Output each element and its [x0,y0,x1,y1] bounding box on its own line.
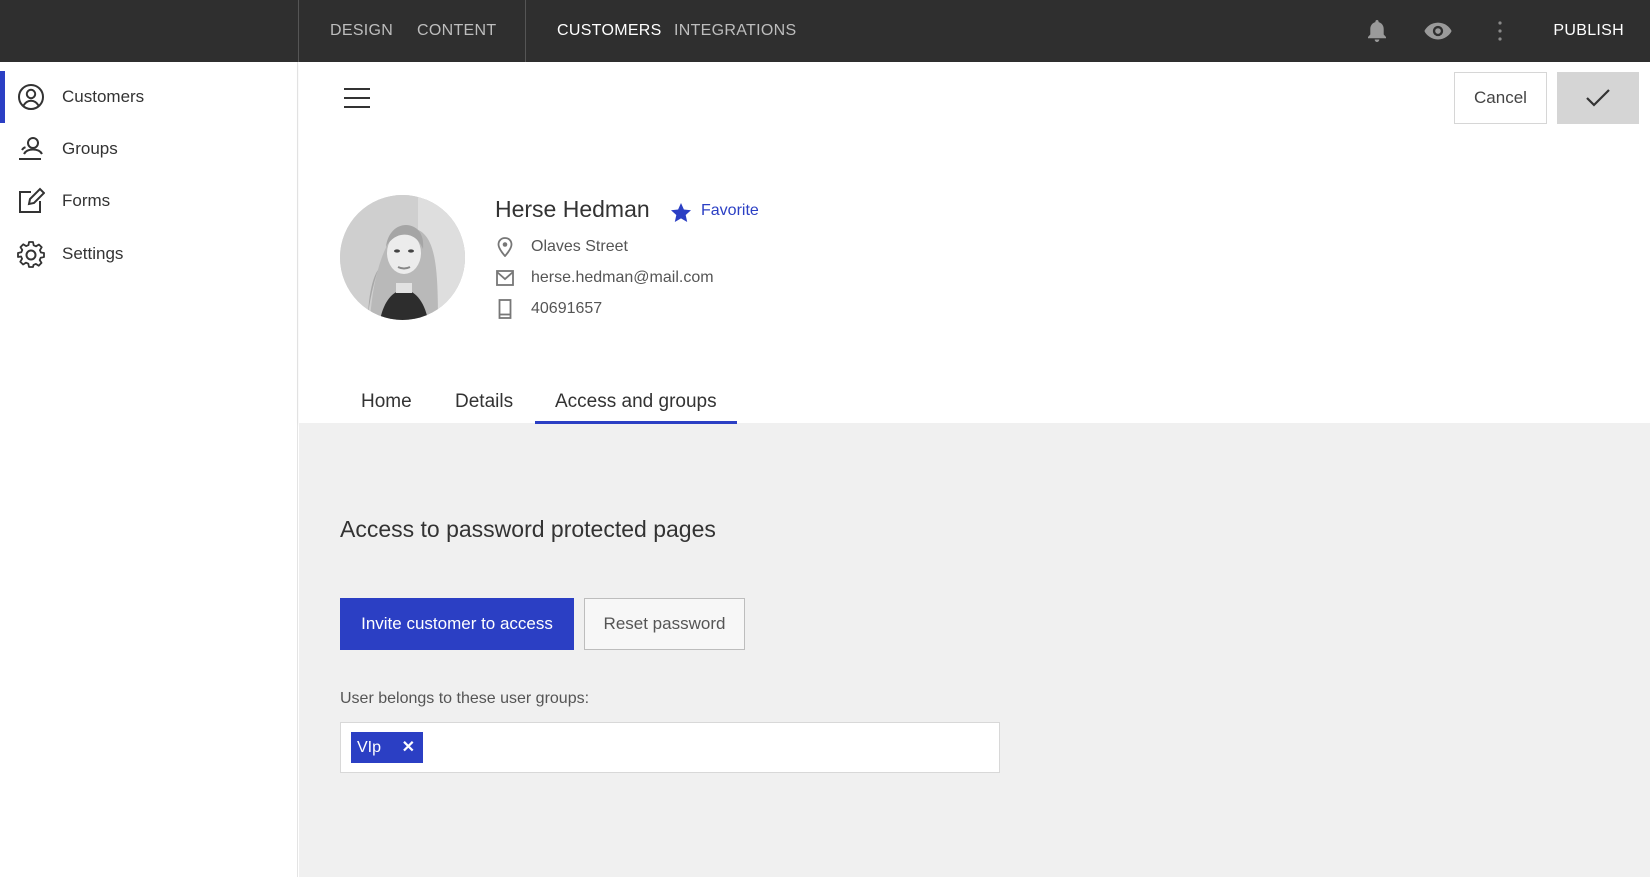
email-text[interactable]: herse.hedman@mail.com [531,269,714,287]
top-bar: DESIGN CONTENT CUSTOMERS INTEGRATIONS PU… [0,0,1650,62]
phone-icon [495,299,515,319]
cancel-button[interactable]: Cancel [1454,72,1547,124]
address-row: Olaves Street [495,235,628,259]
menu-icon[interactable] [344,88,370,108]
mail-icon [495,268,515,288]
check-icon [1586,89,1610,107]
edit-form-icon [19,187,45,213]
users-icon [19,137,43,160]
user-groups-input[interactable]: VIp ✕ [340,722,1000,773]
section-title: Access to password protected pages [340,516,716,542]
topbar-divider [525,0,526,62]
gear-icon [17,241,45,268]
nav-design[interactable]: DESIGN [330,0,393,62]
reset-password-button[interactable]: Reset password [584,598,745,650]
user-circle-icon [18,84,44,110]
eye-icon[interactable] [1423,16,1453,46]
confirm-button[interactable] [1557,72,1639,124]
nav-integrations[interactable]: INTEGRATIONS [674,0,796,62]
phone-row: 40691657 [495,297,602,321]
star-icon[interactable] [669,201,693,225]
phone-text: 40691657 [531,300,603,317]
sidebar-item-groups[interactable]: Groups [0,123,298,175]
invite-customer-button[interactable]: Invite customer to access [340,598,574,650]
sidebar-item-customers[interactable]: Customers [0,71,298,123]
nav-customers[interactable]: CUSTOMERS [557,0,662,62]
nav-content[interactable]: CONTENT [417,0,496,62]
location-pin-icon [495,237,515,257]
remove-chip-icon[interactable]: ✕ [402,737,415,757]
group-chip: VIp ✕ [351,732,423,763]
sidebar-item-label: Groups [62,139,118,158]
content-panel [299,423,1650,877]
publish-button[interactable]: PUBLISH [1553,0,1624,62]
sidebar-item-label: Forms [62,191,111,210]
email-row: herse.hedman@mail.com [495,266,714,290]
user-groups-label: User belongs to these user groups: [340,690,590,707]
sidebar-item-settings[interactable]: Settings [0,228,298,280]
favorite-link[interactable]: Favorite [701,202,759,220]
sidebar-item-label: Settings [62,244,124,263]
avatar [340,195,465,320]
customer-name: Herse Hedman [495,196,650,222]
more-vertical-icon[interactable] [1485,16,1515,46]
group-chip-label: VIp [357,738,382,756]
topbar-divider [298,0,299,62]
sidebar-item-forms[interactable]: Forms [0,175,298,227]
sidebar-item-label: Customers [62,87,145,106]
tab-access-and-groups[interactable]: Access and groups [535,380,737,424]
tab-details[interactable]: Details [435,380,533,424]
tab-home[interactable]: Home [341,380,432,424]
sidebar: Customers Groups Forms Settings [0,62,298,877]
bell-icon[interactable] [1362,16,1392,46]
address-text: Olaves Street [531,238,628,255]
